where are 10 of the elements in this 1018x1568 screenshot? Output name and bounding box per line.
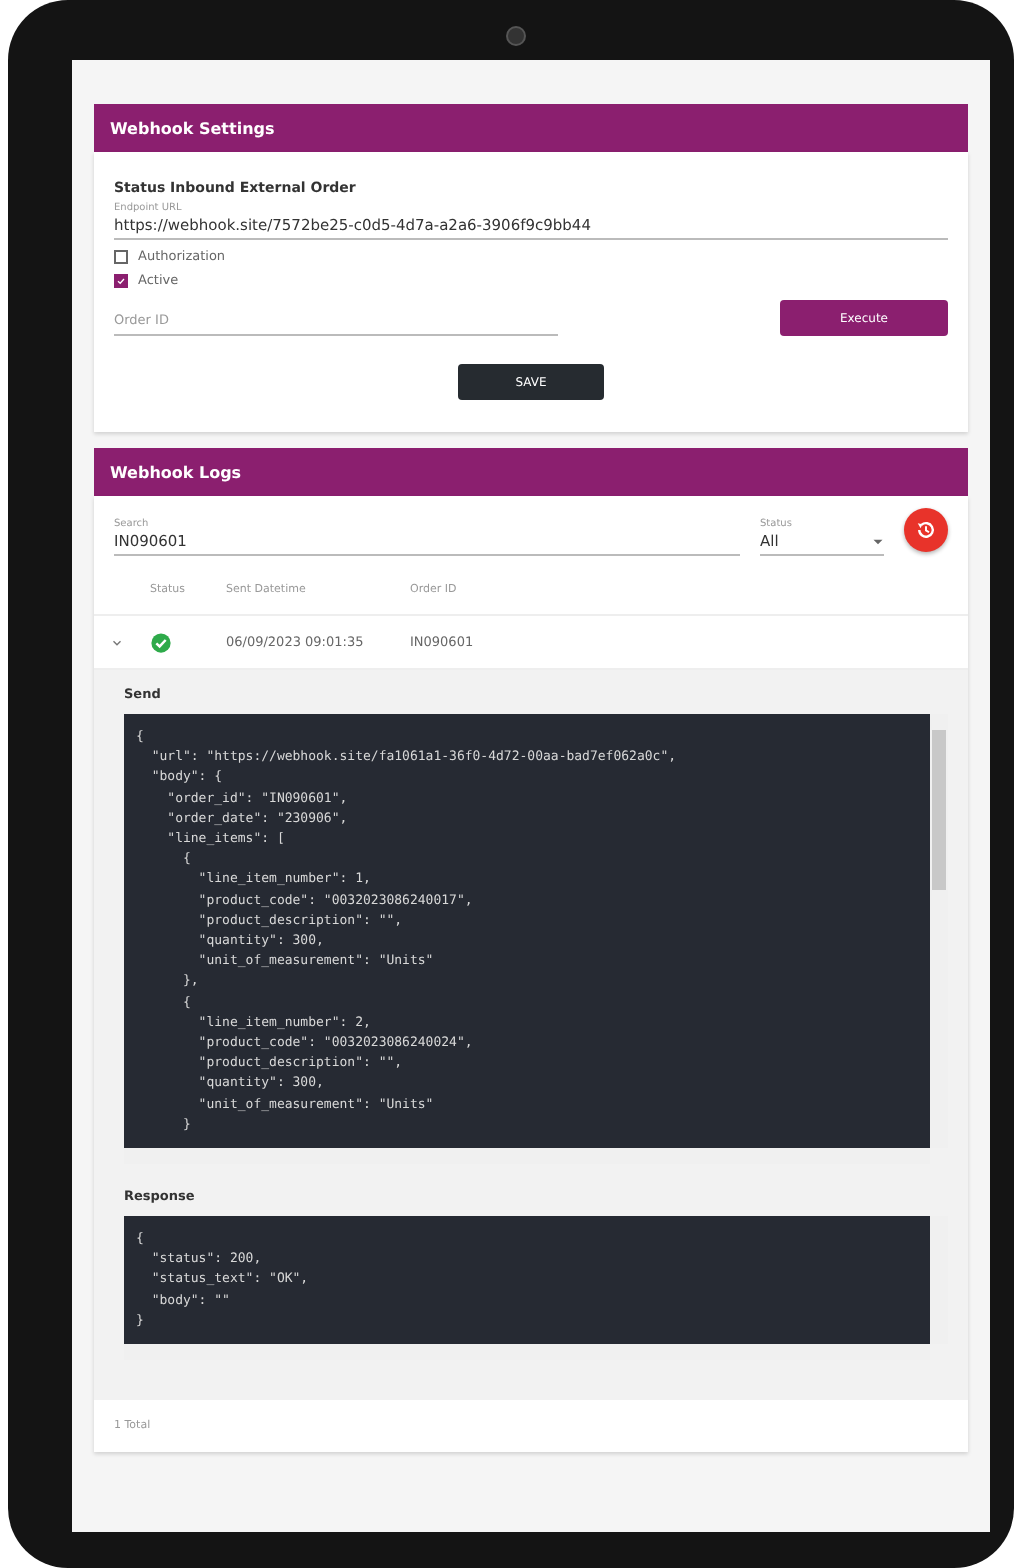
dropdown-arrow-icon (872, 535, 884, 547)
section-header: Webhook Settings (94, 104, 968, 152)
checkbox[interactable] (114, 273, 128, 287)
caret-icon[interactable] (109, 635, 123, 649)
camera-icon (506, 26, 526, 46)
history-icon (914, 518, 938, 542)
section-header: Webhook Logs (94, 448, 968, 496)
history-button[interactable] (904, 508, 948, 552)
scrollbar-thumb[interactable] (932, 730, 946, 890)
checkbox[interactable] (114, 249, 128, 263)
